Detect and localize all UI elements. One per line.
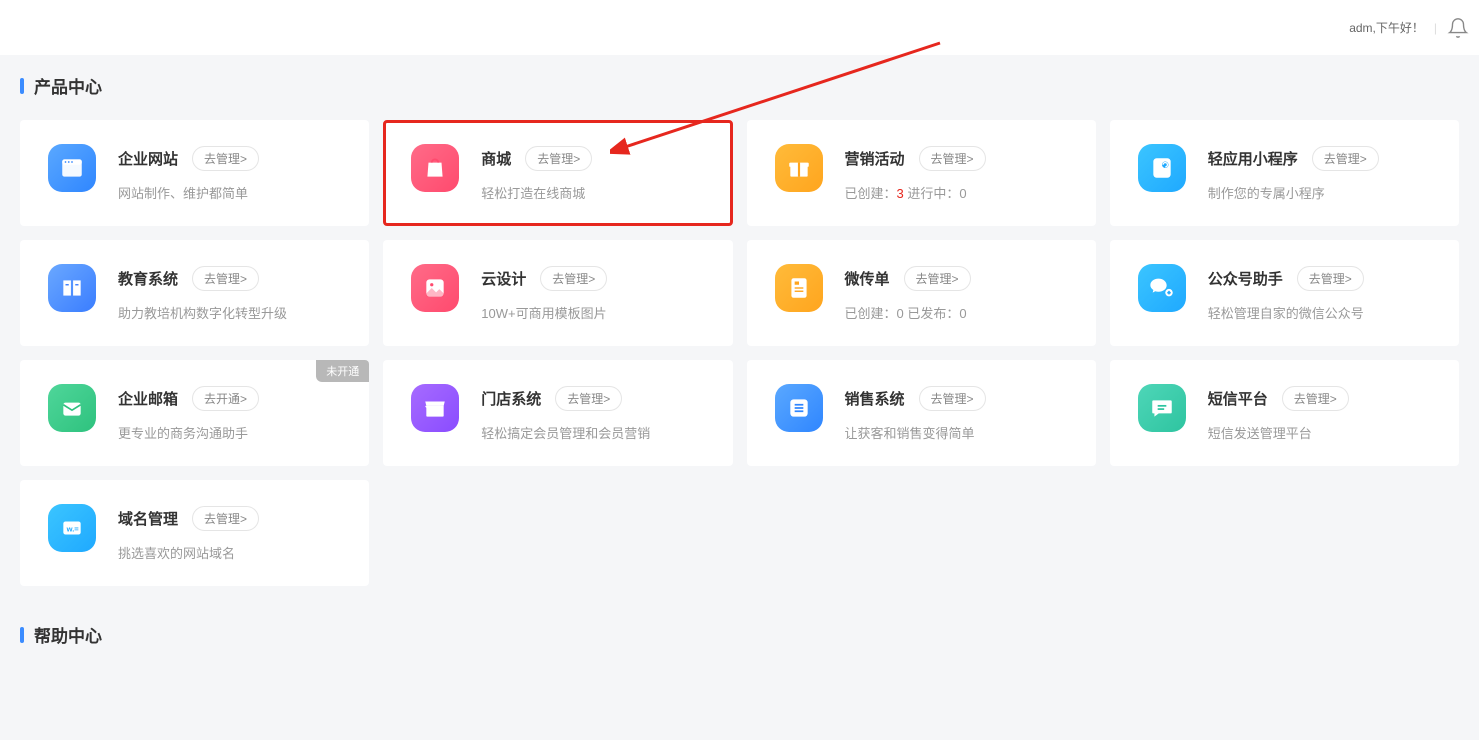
- card-desc: 轻松管理自家的微信公众号: [1208, 303, 1435, 322]
- manage-button[interactable]: 去管理>: [1282, 386, 1349, 411]
- product-card-design[interactable]: 云设计 去管理> 10W+可商用模板图片: [383, 240, 732, 346]
- product-card-website[interactable]: 企业网站 去管理> 网站制作、维护都简单: [20, 120, 369, 226]
- card-desc: 轻松搞定会员管理和会员营销: [481, 423, 708, 442]
- manage-button[interactable]: 去管理>: [540, 266, 607, 291]
- section-header-products: 产品中心: [20, 73, 1459, 98]
- open-button[interactable]: 去开通>: [192, 386, 259, 411]
- card-title: 企业邮箱: [118, 388, 178, 409]
- wechat-icon: [1138, 264, 1186, 312]
- card-desc: 制作您的专属小程序: [1208, 183, 1435, 202]
- manage-button[interactable]: 去管理>: [555, 386, 622, 411]
- card-desc: 10W+可商用模板图片: [481, 303, 708, 322]
- book-icon: [48, 264, 96, 312]
- greeting-text: adm,下午好！: [1349, 19, 1424, 36]
- browser-icon: [48, 144, 96, 192]
- card-desc: 网站制作、维护都简单: [118, 183, 345, 202]
- notification-bell-icon[interactable]: [1447, 17, 1469, 39]
- card-title: 销售系统: [845, 388, 905, 409]
- card-title: 短信平台: [1208, 388, 1268, 409]
- store-icon: [411, 384, 459, 432]
- product-card-miniprogram[interactable]: 轻应用小程序 去管理> 制作您的专属小程序: [1110, 120, 1459, 226]
- card-title: 云设计: [481, 268, 526, 289]
- product-card-sms[interactable]: 短信平台 去管理> 短信发送管理平台: [1110, 360, 1459, 466]
- page-icon: [775, 264, 823, 312]
- card-desc: 挑选喜欢的网站域名: [118, 543, 345, 562]
- manage-button[interactable]: 去管理>: [919, 386, 986, 411]
- manage-button[interactable]: 去管理>: [192, 266, 259, 291]
- card-title: 轻应用小程序: [1208, 148, 1298, 169]
- card-desc: 轻松打造在线商城: [481, 183, 708, 202]
- section-header-help: 帮助中心: [20, 622, 1459, 647]
- card-desc: 助力教培机构数字化转型升级: [118, 303, 345, 322]
- card-desc: 短信发送管理平台: [1208, 423, 1435, 442]
- gift-icon: [775, 144, 823, 192]
- card-title: 域名管理: [118, 508, 178, 529]
- manage-button[interactable]: 去管理>: [525, 146, 592, 171]
- miniprogram-icon: [1138, 144, 1186, 192]
- product-card-domain[interactable]: w.= 域名管理 去管理> 挑选喜欢的网站域名: [20, 480, 369, 586]
- section-title: 产品中心: [34, 73, 102, 98]
- product-card-mall[interactable]: 商城 去管理> 轻松打造在线商城: [383, 120, 732, 226]
- manage-button[interactable]: 去管理>: [904, 266, 971, 291]
- product-card-store[interactable]: 门店系统 去管理> 轻松搞定会员管理和会员营销: [383, 360, 732, 466]
- products-grid: 企业网站 去管理> 网站制作、维护都简单 商城 去管理> 轻松打造在线商城: [20, 120, 1459, 586]
- card-title: 教育系统: [118, 268, 178, 289]
- products-section: 产品中心 企业网站 去管理> 网站制作、维护都简单 商城: [0, 55, 1479, 586]
- product-card-flyer[interactable]: 微传单 去管理> 已创建：0 已发布：0: [747, 240, 1096, 346]
- card-title: 微传单: [845, 268, 890, 289]
- product-card-mail[interactable]: 未开通 企业邮箱 去开通> 更专业的商务沟通助手: [20, 360, 369, 466]
- top-header: adm,下午好！ |: [0, 0, 1479, 55]
- product-card-sales[interactable]: 销售系统 去管理> 让获客和销售变得简单: [747, 360, 1096, 466]
- card-title: 营销活动: [845, 148, 905, 169]
- mail-icon: [48, 384, 96, 432]
- card-desc: 让获客和销售变得简单: [845, 423, 1072, 442]
- card-desc: 已创建：0 已发布：0: [845, 303, 1072, 322]
- domain-icon: w.=: [48, 504, 96, 552]
- image-icon: [411, 264, 459, 312]
- unopened-badge: 未开通: [316, 360, 369, 382]
- product-card-education[interactable]: 教育系统 去管理> 助力教培机构数字化转型升级: [20, 240, 369, 346]
- manage-button[interactable]: 去管理>: [919, 146, 986, 171]
- card-desc: 更专业的商务沟通助手: [118, 423, 345, 442]
- manage-button[interactable]: 去管理>: [192, 146, 259, 171]
- message-icon: [1138, 384, 1186, 432]
- card-desc: 已创建：3 进行中：0: [845, 183, 1072, 202]
- card-title: 公众号助手: [1208, 268, 1283, 289]
- manage-button[interactable]: 去管理>: [1297, 266, 1364, 291]
- list-icon: [775, 384, 823, 432]
- svg-text:w.=: w.=: [66, 524, 80, 533]
- product-card-marketing[interactable]: 营销活动 去管理> 已创建：3 进行中：0: [747, 120, 1096, 226]
- section-title: 帮助中心: [34, 622, 102, 647]
- manage-button[interactable]: 去管理>: [192, 506, 259, 531]
- manage-button[interactable]: 去管理>: [1312, 146, 1379, 171]
- card-title: 企业网站: [118, 148, 178, 169]
- shopping-bag-icon: [411, 144, 459, 192]
- help-section: 帮助中心: [0, 586, 1479, 647]
- product-card-wechat[interactable]: 公众号助手 去管理> 轻松管理自家的微信公众号: [1110, 240, 1459, 346]
- card-title: 门店系统: [481, 388, 541, 409]
- card-title: 商城: [481, 148, 511, 169]
